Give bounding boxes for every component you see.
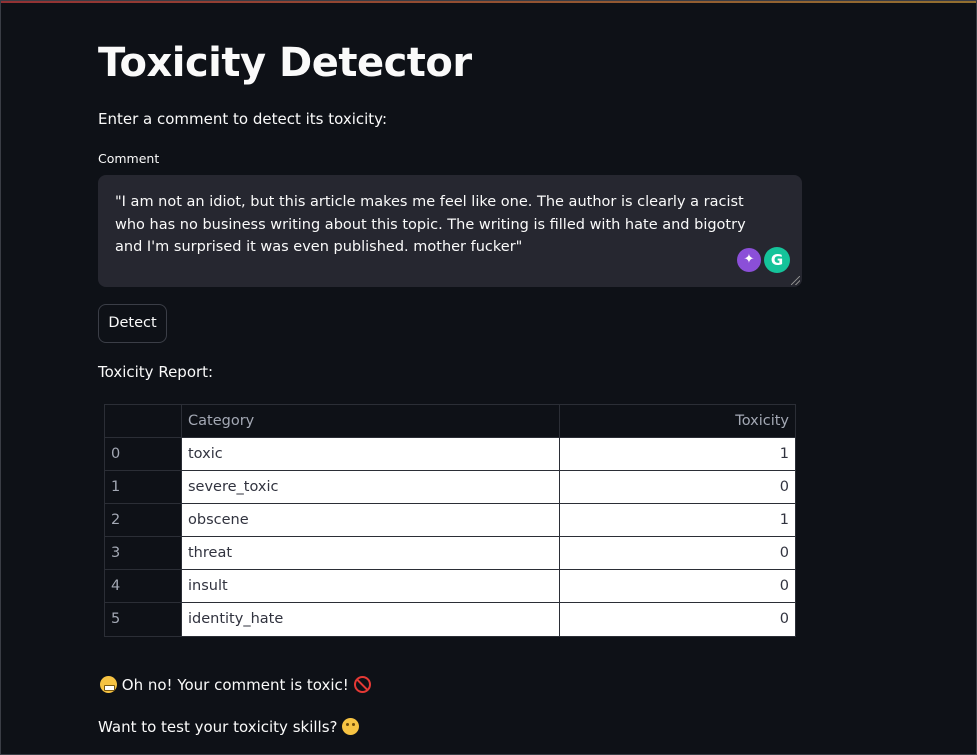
followup-message: Want to test your toxicity skills? <box>98 716 360 738</box>
row-index: 4 <box>105 570 182 603</box>
header-toxicity[interactable]: Toxicity <box>560 405 795 438</box>
row-category[interactable]: threat <box>182 537 560 570</box>
toxic-result-message: Oh no! Your comment is toxic! <box>100 674 371 696</box>
comment-label: Comment <box>98 151 160 166</box>
page-title: Toxicity Detector <box>98 40 472 86</box>
toxicity-table: Category Toxicity 0 toxic 1 1 severe_tox… <box>104 404 796 637</box>
report-label: Toxicity Report: <box>98 363 214 381</box>
row-category[interactable]: insult <box>182 570 560 603</box>
row-toxicity[interactable]: 1 <box>560 504 795 537</box>
row-category[interactable]: severe_toxic <box>182 471 560 504</box>
header-category[interactable]: Category <box>182 405 560 438</box>
table-row: 2 obscene 1 <box>105 504 795 537</box>
row-toxicity[interactable]: 0 <box>560 570 795 603</box>
row-index: 5 <box>105 603 182 636</box>
thinking-face-icon <box>342 718 360 735</box>
prompt-text: Enter a comment to detect its toxicity: <box>98 110 388 128</box>
row-category[interactable]: obscene <box>182 504 560 537</box>
no-entry-icon <box>353 676 371 693</box>
followup-text: Want to test your toxicity skills? <box>98 718 338 736</box>
row-toxicity[interactable]: 0 <box>560 537 795 570</box>
detect-button[interactable]: Detect <box>98 304 167 343</box>
table-row: 3 threat 0 <box>105 537 795 570</box>
row-index: 2 <box>105 504 182 537</box>
grammarly-icon[interactable]: G <box>764 247 790 273</box>
row-index: 3 <box>105 537 182 570</box>
table-row: 0 toxic 1 <box>105 438 795 471</box>
ai-sparkle-icon[interactable]: ✦ <box>737 248 761 272</box>
grimacing-face-icon <box>100 676 117 693</box>
top-decoration-bar <box>1 1 976 3</box>
comment-textarea[interactable]: "I am not an idiot, but this article mak… <box>98 175 802 287</box>
table-header-row: Category Toxicity <box>105 405 795 438</box>
row-toxicity[interactable]: 0 <box>560 603 795 636</box>
header-index[interactable] <box>105 405 182 438</box>
row-index: 0 <box>105 438 182 471</box>
row-index: 1 <box>105 471 182 504</box>
comment-text[interactable]: "I am not an idiot, but this article mak… <box>115 194 746 255</box>
table-row: 4 insult 0 <box>105 570 795 603</box>
row-toxicity[interactable]: 0 <box>560 471 795 504</box>
table-row: 1 severe_toxic 0 <box>105 471 795 504</box>
table-row: 5 identity_hate 0 <box>105 603 795 636</box>
resize-handle-icon[interactable] <box>791 276 800 285</box>
row-category[interactable]: identity_hate <box>182 603 560 636</box>
row-toxicity[interactable]: 1 <box>560 438 795 471</box>
row-category[interactable]: toxic <box>182 438 560 471</box>
result-text: Oh no! Your comment is toxic! <box>121 676 349 694</box>
